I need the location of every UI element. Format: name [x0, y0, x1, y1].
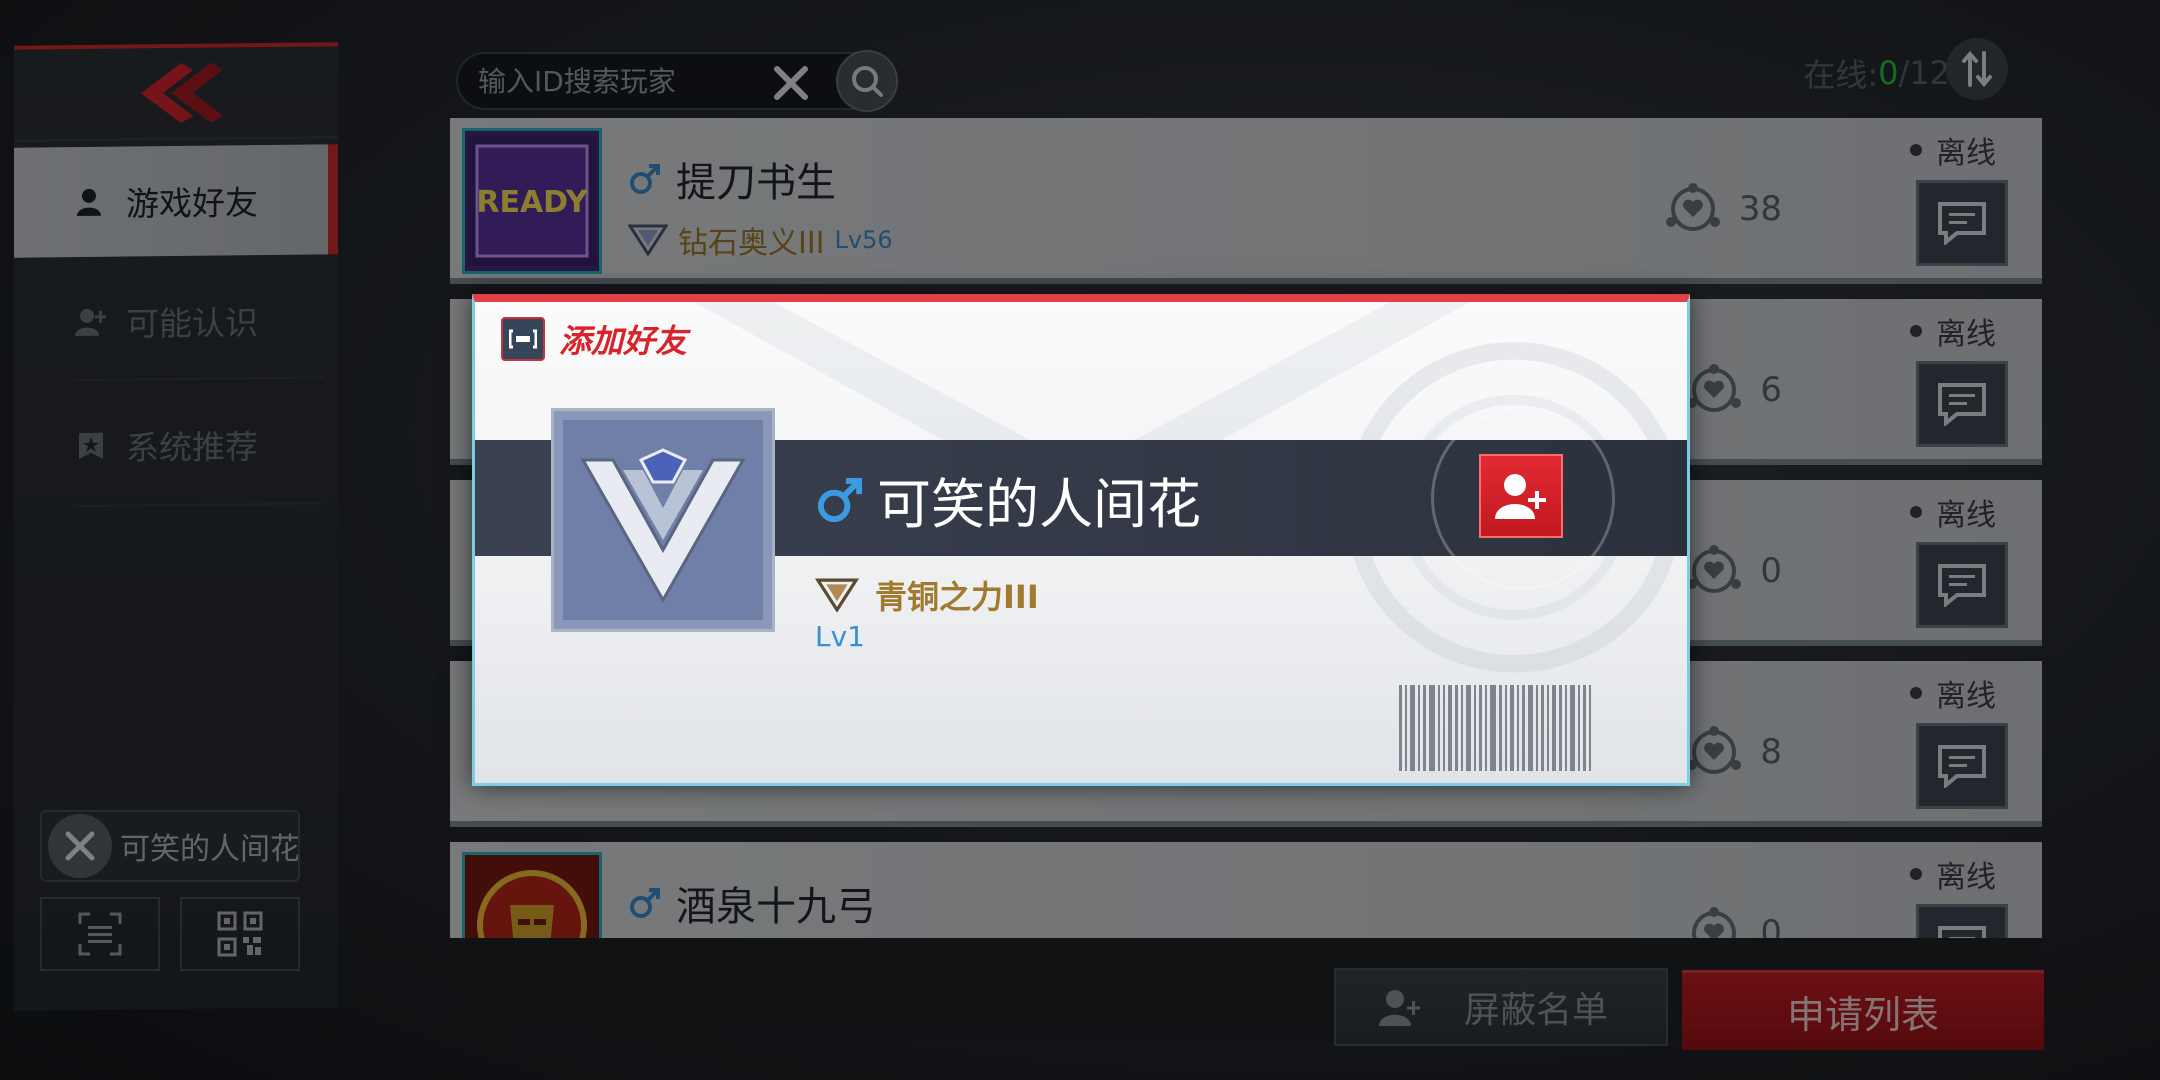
- scan-qr-row: [40, 897, 300, 971]
- recent-search-text: 可笑的人间花: [120, 832, 300, 867]
- friend-row[interactable]: 酒泉十九弓 0 离线: [450, 842, 2042, 938]
- male-icon: [630, 888, 660, 918]
- chat-icon: [1938, 383, 1986, 426]
- sort-button[interactable]: [1946, 38, 2008, 100]
- add-friend-icon: [1495, 474, 1546, 519]
- intimacy-icon: [1665, 183, 1720, 231]
- sidebar-item-recommend[interactable]: 系统推荐: [14, 388, 338, 501]
- intimacy: 0: [1684, 906, 1782, 938]
- chat-icon: [1938, 745, 1986, 788]
- sidebar-item-game-friends[interactable]: 游戏好友: [14, 144, 338, 258]
- status: 离线: [1910, 128, 1996, 172]
- friends-screen: 游戏好友 可能认识 系统推荐 可笑的人间花 输入ID搜索玩家 在线: 0 /12…: [0, 0, 2160, 1080]
- friend-icon: [74, 185, 108, 219]
- online-label: 在线:: [1803, 56, 1879, 94]
- chat-icon: [1938, 926, 1986, 938]
- intimacy: 38: [1663, 182, 1782, 236]
- close-icon[interactable]: [48, 814, 112, 878]
- back-chevron-icon: [141, 62, 223, 123]
- male-icon: [630, 164, 660, 194]
- scan-icon: [78, 912, 122, 956]
- add-friend-icon: [74, 305, 108, 339]
- card-title: 添加好友: [559, 322, 688, 360]
- apply-list-label: 申请列表: [1786, 993, 1939, 1037]
- chat-button[interactable]: [1916, 723, 2008, 809]
- intimacy-icon: [1687, 545, 1742, 593]
- chat-button[interactable]: [1916, 361, 2008, 447]
- add-friend-card: 添加好友 可笑的人间花 青铜之力III Lv1: [472, 294, 1690, 786]
- rank-badge-icon: [815, 578, 859, 612]
- status: 离线: [1910, 309, 1996, 353]
- block-list-button[interactable]: 屏蔽名单: [1334, 968, 1668, 1046]
- add-friend-button[interactable]: [1479, 454, 1563, 538]
- friend-row[interactable]: READY 提刀书生 钻石奥义III Lv56 38 离线: [450, 118, 2042, 284]
- player-level: Lv1: [815, 620, 865, 653]
- intimacy-icon: [1692, 907, 1737, 938]
- block-list-label: 屏蔽名单: [1464, 990, 1609, 1031]
- friend-rank: 钻石奥义III Lv56: [628, 218, 893, 262]
- online-count: 0: [1878, 54, 1899, 92]
- rank-emblem-icon: [563, 420, 763, 620]
- avatar: READY: [462, 128, 602, 274]
- intimacy: 6: [1684, 363, 1782, 417]
- status: 离线: [1910, 852, 1996, 896]
- player-search-box: [456, 50, 898, 112]
- male-icon: [817, 477, 863, 522]
- star-badge-icon: [74, 429, 108, 463]
- search-icon: [852, 66, 883, 97]
- sidebar-item-may-know[interactable]: 可能认识: [14, 264, 338, 377]
- status: 离线: [1910, 490, 1996, 534]
- barcode-decoration: [1399, 685, 1651, 771]
- player-name: 可笑的人间花: [815, 460, 1201, 539]
- player-rank: 青铜之力III: [815, 572, 1039, 618]
- close-icon: [774, 66, 808, 100]
- sidebar-item-label: 系统推荐: [126, 427, 258, 468]
- add-user-icon: [1360, 987, 1440, 1027]
- rank-badge-icon: [628, 224, 668, 256]
- player-rank-avatar: [551, 408, 775, 632]
- card-header: 添加好友: [501, 316, 687, 362]
- intimacy-icon: [1687, 364, 1742, 412]
- chat-button[interactable]: [1916, 180, 2008, 266]
- intimacy: 0: [1684, 544, 1782, 598]
- chat-button[interactable]: [1916, 542, 2008, 628]
- intimacy-icon: [1687, 726, 1742, 774]
- chat-icon: [1938, 564, 1986, 607]
- id-card-icon: [501, 317, 545, 361]
- sort-arrows-icon: [1962, 51, 1992, 87]
- online-counter: 在线: 0 /12: [1803, 48, 1950, 98]
- chat-icon: [1938, 202, 1986, 245]
- divider: [74, 376, 324, 382]
- qr-code-icon: [217, 911, 263, 957]
- friend-name: 提刀书生: [628, 150, 836, 208]
- svg-text:READY: READY: [476, 185, 589, 220]
- divider: [74, 502, 324, 508]
- friend-name: 酒泉十九弓: [628, 874, 876, 932]
- recent-search-chip[interactable]: 可笑的人间花: [40, 810, 300, 882]
- sidebar-item-label: 可能认识: [126, 303, 258, 344]
- avatar: [462, 852, 602, 938]
- qr-code-button[interactable]: [180, 897, 300, 971]
- status: 离线: [1910, 671, 1996, 715]
- intimacy: 8: [1684, 725, 1782, 779]
- chat-button[interactable]: [1916, 904, 2008, 938]
- scan-button[interactable]: [40, 897, 160, 971]
- online-total: /12: [1898, 54, 1951, 92]
- clear-search-button[interactable]: [768, 60, 814, 106]
- back-button[interactable]: [14, 46, 338, 142]
- apply-list-button[interactable]: 申请列表: [1682, 970, 2044, 1050]
- search-input[interactable]: [478, 64, 758, 98]
- sidebar-item-label: 游戏好友: [126, 183, 258, 224]
- search-button[interactable]: [836, 50, 898, 112]
